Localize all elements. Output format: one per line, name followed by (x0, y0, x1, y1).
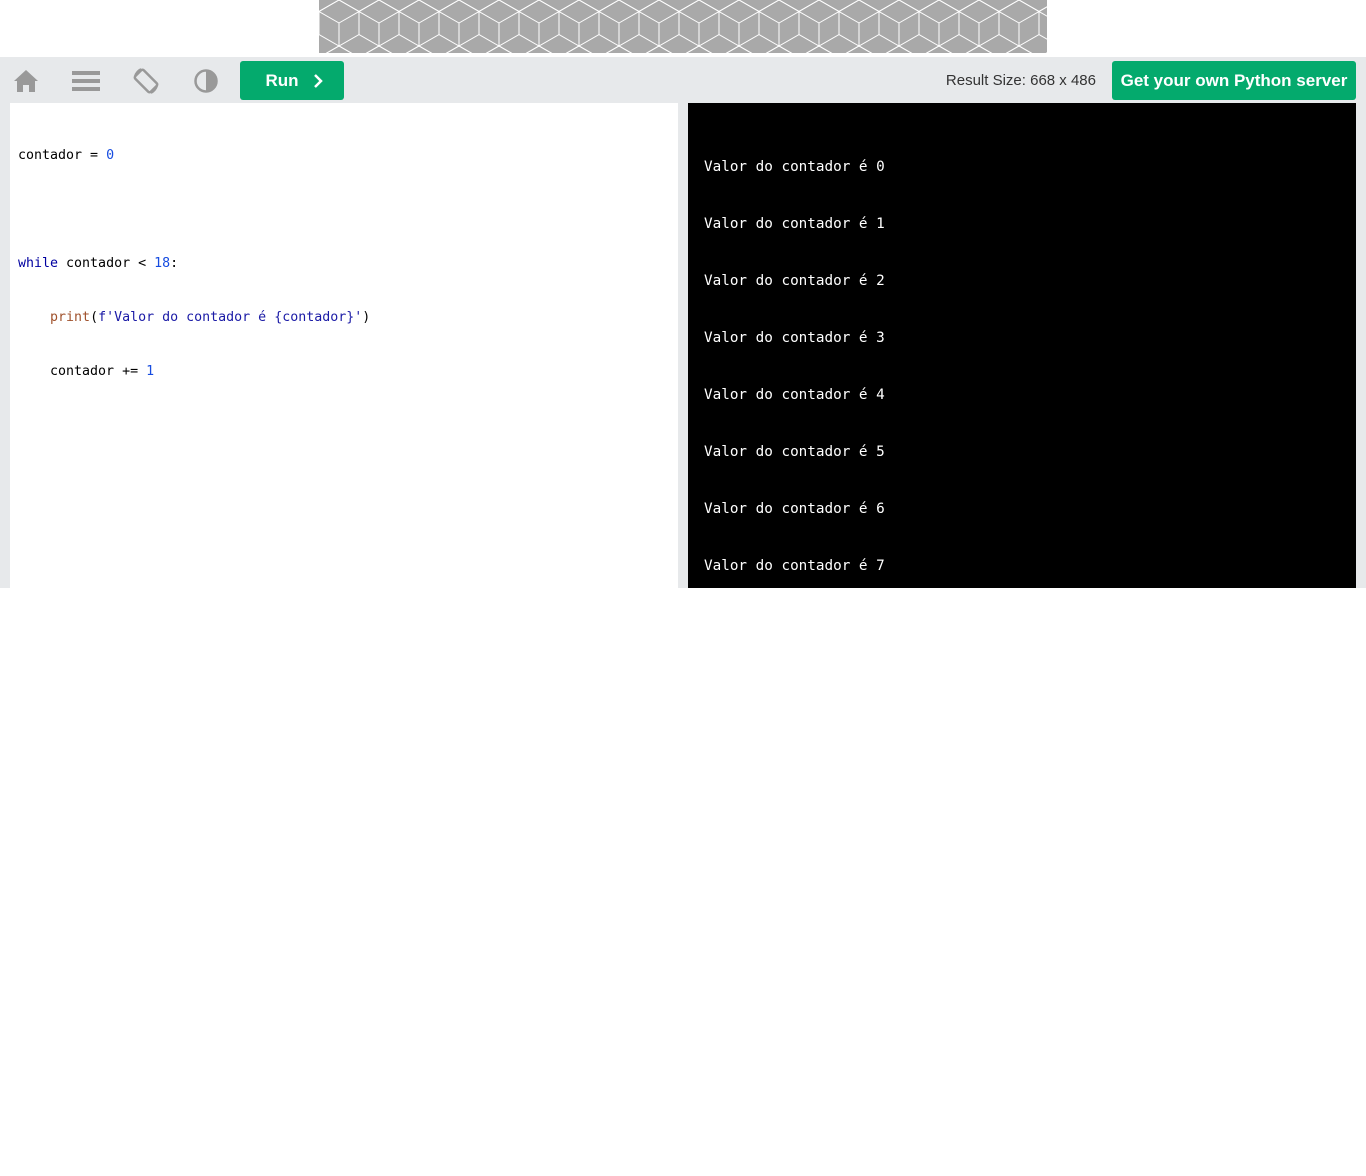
output-line: Valor do contador é 12 (704, 843, 894, 859)
ad-pattern (319, 0, 1047, 53)
output-line: Valor do contador é 14 (704, 957, 894, 973)
rotate-icon[interactable] (130, 65, 162, 97)
code-token: contador (18, 148, 83, 163)
workspace: contador = 0 while contador < 18: print(… (0, 103, 1366, 1144)
output-line: Valor do contador é 17 (704, 1128, 894, 1144)
output-line: Valor do contador é 8 (704, 615, 885, 631)
code-token: contador < (58, 256, 155, 271)
output-line: Valor do contador é 0 (704, 159, 885, 175)
contrast-icon[interactable] (190, 65, 222, 97)
output-line: Valor do contador é 9 (704, 672, 885, 688)
code-token: print (50, 310, 91, 325)
code-editor[interactable]: contador = 0 while contador < 18: print(… (10, 103, 678, 588)
code-token: ( (90, 310, 99, 325)
code-line: contador += 1 (18, 363, 670, 381)
code-line: while contador < 18: (18, 255, 670, 273)
code-token: ) (362, 310, 371, 325)
code-token: 0 (106, 148, 115, 163)
output-line: Valor do contador é 11 (704, 786, 894, 802)
run-button[interactable]: Run (240, 61, 344, 100)
code-token: f'Valor do contador é {contador}' (98, 310, 363, 325)
output-line: Valor do contador é 2 (704, 273, 885, 289)
code-token: : (170, 256, 179, 271)
output-line: Valor do contador é 7 (704, 558, 885, 574)
code-line: print(f'Valor do contador é {contador}') (18, 309, 670, 327)
result-size-label: Result Size: 668 x 486 (945, 72, 1096, 89)
output-line: Valor do contador é 4 (704, 387, 885, 403)
get-python-server-button[interactable]: Get your own Python server (1112, 61, 1356, 100)
home-icon[interactable] (10, 65, 42, 97)
output-line: Valor do contador é 10 (704, 729, 894, 745)
output-line: Valor do contador é 15 (704, 1014, 894, 1030)
output-line: Valor do contador é 13 (704, 900, 894, 916)
code-token: = (82, 148, 107, 163)
output-line: Valor do contador é 16 (704, 1071, 894, 1087)
code-line: contador = 0 (18, 147, 670, 165)
toolbar: Run Result Size: 668 x 486 Get your own … (0, 57, 1366, 103)
output-line: Valor do contador é 5 (704, 444, 885, 460)
chevron-right-icon (313, 73, 323, 88)
output-line: Valor do contador é 3 (704, 330, 885, 346)
output-line: Valor do contador é 1 (704, 216, 885, 232)
run-button-label: Run (265, 70, 299, 90)
result-output: Valor do contador é 0 Valor do contador … (688, 103, 1356, 1144)
ad-strip (0, 0, 1366, 57)
code-token: while (18, 256, 59, 271)
ad-banner[interactable] (319, 0, 1047, 53)
menu-icon[interactable] (70, 65, 102, 97)
code-token: contador += (18, 364, 147, 379)
output-line: Valor do contador é 6 (704, 501, 885, 517)
code-token: 1 (146, 364, 155, 379)
code-token: 18 (154, 256, 171, 271)
